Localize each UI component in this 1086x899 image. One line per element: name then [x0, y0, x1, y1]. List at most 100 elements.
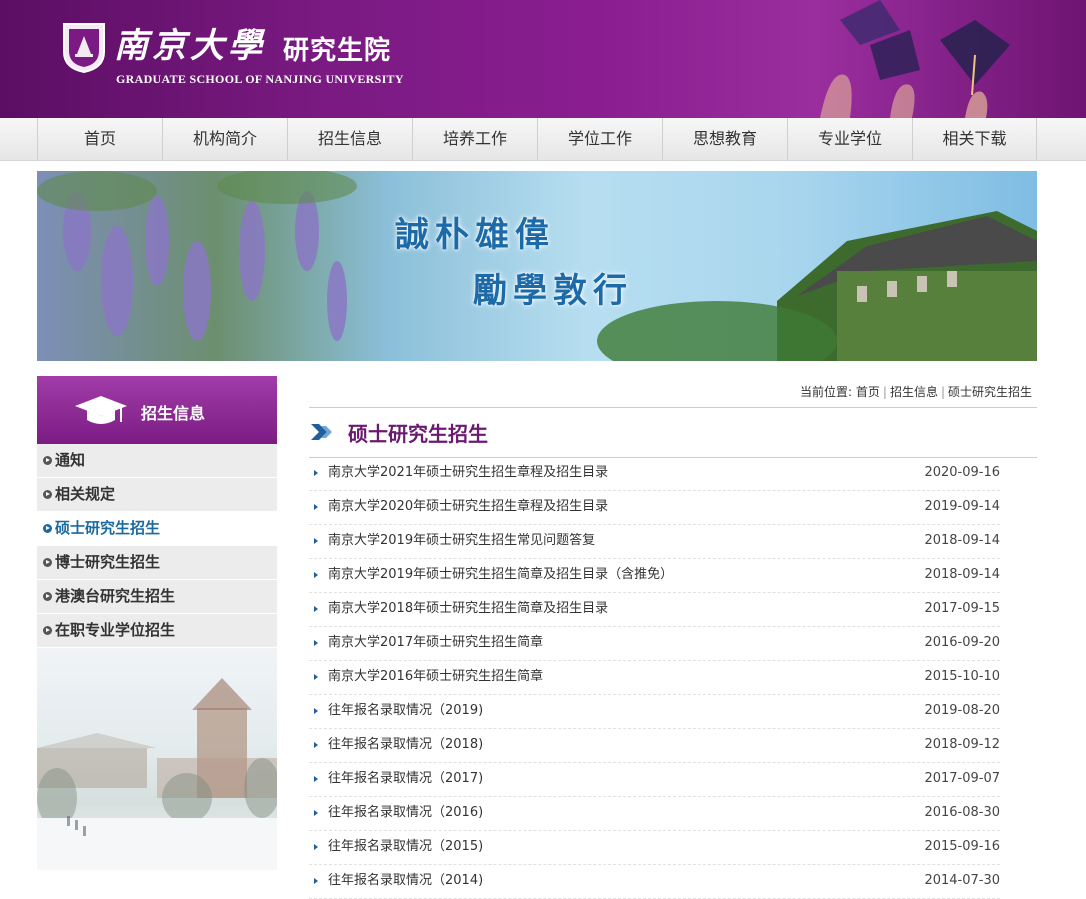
list-item[interactable]: 往年报名录取情况（2015) 2015-09-16 — [309, 831, 1000, 865]
bullet-arrow-icon — [314, 708, 318, 714]
bullet-arrow-icon — [314, 878, 318, 884]
article-list: 南京大学2021年硕士研究生招生章程及招生目录 2020-09-16 南京大学20… — [309, 457, 1000, 899]
nav-item-about[interactable]: 机构简介 — [162, 118, 287, 160]
breadcrumb-separator: | — [940, 385, 945, 399]
breadcrumb-separator: | — [882, 385, 887, 399]
arrow-circle-icon — [43, 456, 52, 465]
article-title[interactable]: 南京大学2016年硕士研究生招生简章 — [328, 661, 543, 693]
article-date: 2019-09-14 — [924, 499, 1000, 514]
sidebar-item-parttime-admissions[interactable]: 在职专业学位招生 — [37, 614, 277, 648]
article-title[interactable]: 南京大学2021年硕士研究生招生章程及招生目录 — [328, 457, 608, 489]
list-item[interactable]: 南京大学2020年硕士研究生招生章程及招生目录 2019-09-14 — [309, 491, 1000, 525]
article-date: 2014-07-30 — [924, 873, 1000, 888]
bullet-arrow-icon — [314, 810, 318, 816]
campus-winter-image — [37, 648, 277, 870]
main-nav: 首页 机构简介 招生信息 培养工作 学位工作 思想教育 专业学位 相关下载 — [0, 118, 1086, 161]
arrow-circle-icon — [43, 490, 52, 499]
list-item[interactable]: 往年报名录取情况（2018) 2018-09-12 — [309, 729, 1000, 763]
article-title[interactable]: 南京大学2019年硕士研究生招生常见问题答复 — [328, 525, 595, 557]
bullet-arrow-icon — [314, 742, 318, 748]
sidebar-item-hmt-admissions[interactable]: 港澳台研究生招生 — [37, 580, 277, 614]
list-item[interactable]: 南京大学2021年硕士研究生招生章程及招生目录 2020-09-16 — [309, 457, 1000, 491]
article-date: 2015-09-16 — [924, 839, 1000, 854]
article-title[interactable]: 南京大学2017年硕士研究生招生简章 — [328, 627, 543, 659]
article-title[interactable]: 往年报名录取情况（2014) — [328, 865, 483, 897]
arrow-circle-icon — [43, 524, 52, 533]
breadcrumb-current[interactable]: 硕士研究生招生 — [948, 385, 1032, 399]
sidebar-item-regulations[interactable]: 相关规定 — [37, 478, 277, 512]
nav-item-degree[interactable]: 学位工作 — [537, 118, 662, 160]
campus-winter-scenery — [37, 678, 277, 870]
sidebar-item-label: 在职专业学位招生 — [55, 621, 176, 639]
sidebar-item-master-admissions[interactable]: 硕士研究生招生 — [37, 512, 277, 546]
campus-banner: 誠朴雄偉 勵學敦行 — [37, 171, 1037, 361]
logo-text-cn: 南京大學 — [114, 26, 266, 66]
nav-item-education[interactable]: 思想教育 — [662, 118, 787, 160]
list-item[interactable]: 南京大学2016年硕士研究生招生简章 2015-10-10 — [309, 661, 1000, 695]
list-item[interactable]: 南京大学2019年硕士研究生招生常见问题答复 2018-09-14 — [309, 525, 1000, 559]
sidebar-header: 招生信息 — [37, 376, 277, 444]
bullet-arrow-icon — [314, 776, 318, 782]
article-date: 2017-09-15 — [924, 601, 1000, 616]
list-item[interactable]: 往年报名录取情况（2017) 2017-09-07 — [309, 763, 1000, 797]
article-date: 2015-10-10 — [924, 669, 1000, 684]
article-date: 2018-09-12 — [924, 737, 1000, 752]
article-date: 2016-09-20 — [924, 635, 1000, 650]
list-item[interactable]: 南京大学2018年硕士研究生招生简章及招生目录 2017-09-15 — [309, 593, 1000, 627]
page-title: 硕士研究生招生 — [348, 422, 488, 446]
nav-item-admissions[interactable]: 招生信息 — [287, 118, 412, 160]
sidebar-menu: 通知 相关规定 硕士研究生招生 博士研究生招生 港澳台研究生招生 在职专业学位招… — [37, 444, 277, 648]
sidebar-item-label: 港澳台研究生招生 — [55, 587, 176, 605]
sidebar-item-notice[interactable]: 通知 — [37, 444, 277, 478]
divider — [309, 407, 1037, 408]
article-date: 2017-09-07 — [924, 771, 1000, 786]
bullet-arrow-icon — [314, 572, 318, 578]
nav-item-training[interactable]: 培养工作 — [412, 118, 537, 160]
arrow-circle-icon — [43, 626, 52, 635]
logo-subtitle-cn: 研究生院 — [283, 36, 392, 66]
bullet-arrow-icon — [314, 640, 318, 646]
bullet-arrow-icon — [314, 538, 318, 544]
breadcrumb: 当前位置: 首页 | 招生信息 | 硕士研究生招生 — [800, 383, 1032, 400]
banner-motto-line1: 誠朴雄偉 — [395, 215, 555, 255]
nav-item-downloads[interactable]: 相关下载 — [912, 118, 1037, 160]
sidebar-item-label: 通知 — [55, 451, 86, 469]
breadcrumb-home[interactable]: 首页 — [856, 385, 880, 399]
article-title[interactable]: 往年报名录取情况（2018) — [328, 729, 483, 761]
article-date: 2020-09-16 — [924, 465, 1000, 480]
article-title[interactable]: 往年报名录取情况（2015) — [328, 831, 483, 863]
breadcrumb-prefix: 当前位置: — [800, 385, 853, 399]
article-title[interactable]: 往年报名录取情况（2019) — [328, 695, 483, 727]
article-title[interactable]: 南京大学2019年硕士研究生招生简章及招生目录（含推免） — [328, 559, 673, 591]
arrow-circle-icon — [43, 558, 52, 567]
sidebar-item-phd-admissions[interactable]: 博士研究生招生 — [37, 546, 277, 580]
breadcrumb-admissions[interactable]: 招生信息 — [890, 385, 938, 399]
bullet-arrow-icon — [314, 674, 318, 680]
list-item[interactable]: 南京大学2017年硕士研究生招生简章 2016-09-20 — [309, 627, 1000, 661]
list-item[interactable]: 往年报名录取情况（2016) 2016-08-30 — [309, 797, 1000, 831]
nav-item-home[interactable]: 首页 — [37, 118, 162, 160]
graduation-caps-image — [820, 0, 1010, 118]
sidebar-title: 招生信息 — [141, 404, 206, 423]
sidebar-item-label: 博士研究生招生 — [55, 553, 161, 571]
list-item[interactable]: 南京大学2019年硕士研究生招生简章及招生目录（含推免） 2018-09-14 — [309, 559, 1000, 593]
double-chevron-icon — [311, 424, 332, 440]
list-item[interactable]: 往年报名录取情况（2019) 2019-08-20 — [309, 695, 1000, 729]
banner-motto-line2: 勵學敦行 — [473, 271, 633, 311]
bullet-arrow-icon — [314, 844, 318, 850]
sidebar: 招生信息 通知 相关规定 硕士研究生招生 博士研究生招生 港澳台研究生招生 在职… — [37, 376, 277, 872]
article-date: 2019-08-20 — [924, 703, 1000, 718]
list-item[interactable]: 往年报名录取情况（2014) 2014-07-30 — [309, 865, 1000, 899]
sidebar-item-label: 硕士研究生招生 — [55, 519, 161, 537]
graduation-cap-icon — [75, 396, 127, 424]
article-date: 2018-09-14 — [924, 567, 1000, 582]
site-header: 南京大學 研究生院 GRADUATE SCHOOL OF NANJING UNI… — [0, 0, 1086, 118]
article-title[interactable]: 南京大学2020年硕士研究生招生章程及招生目录 — [328, 491, 608, 523]
nav-item-professional-degree[interactable]: 专业学位 — [787, 118, 912, 160]
logo-text-en: GRADUATE SCHOOL OF NANJING UNIVERSITY — [116, 72, 404, 86]
sidebar-item-label: 相关规定 — [55, 485, 116, 503]
article-title[interactable]: 往年报名录取情况（2016) — [328, 797, 483, 829]
article-date: 2018-09-14 — [924, 533, 1000, 548]
article-title[interactable]: 往年报名录取情况（2017) — [328, 763, 483, 795]
article-title[interactable]: 南京大学2018年硕士研究生招生简章及招生目录 — [328, 593, 608, 625]
